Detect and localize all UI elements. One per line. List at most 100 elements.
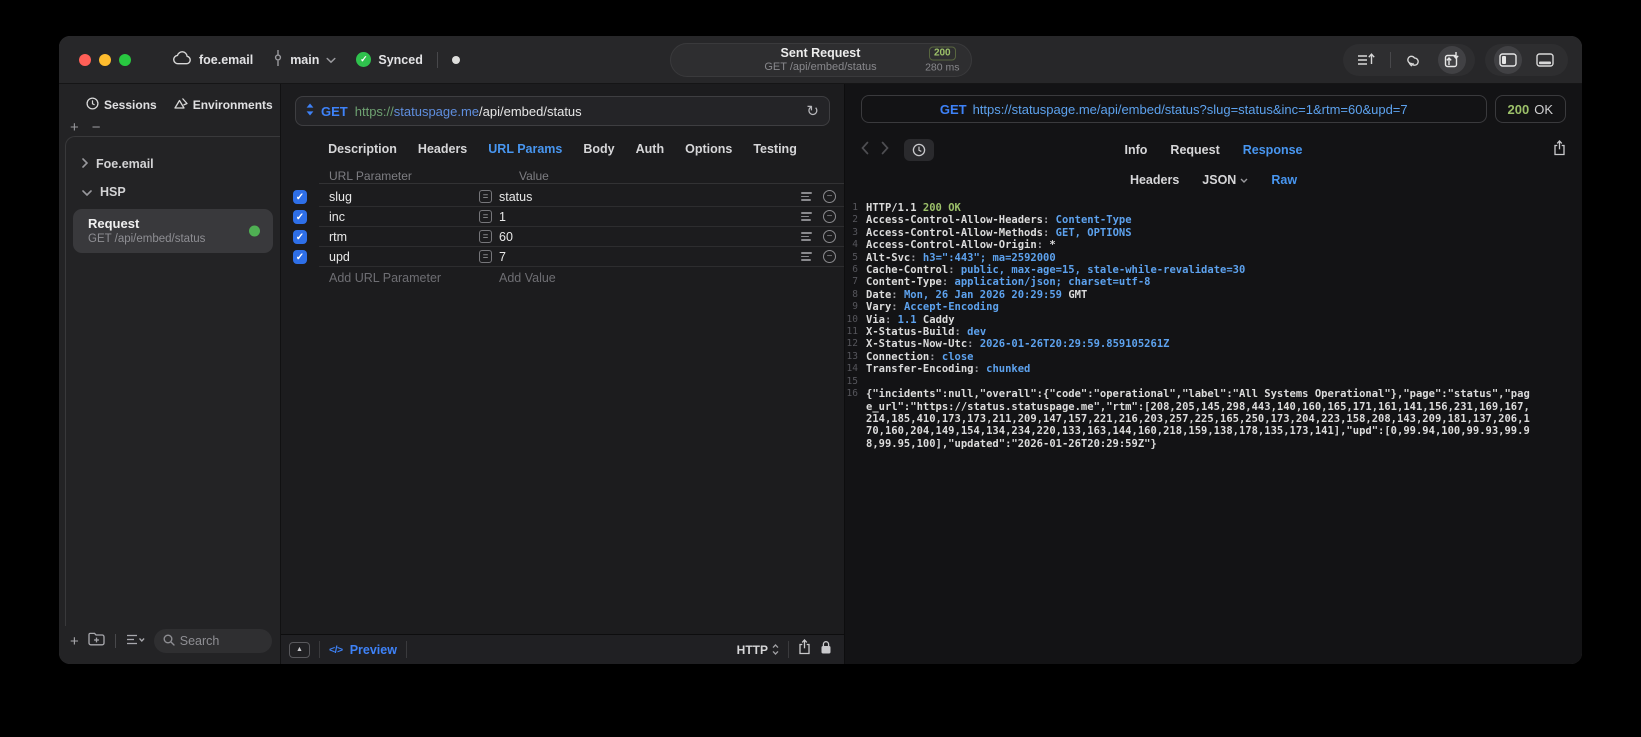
- line-number: 1: [852, 202, 858, 213]
- param-value[interactable]: 60: [499, 230, 801, 244]
- response-panel: GET https://statuspage.me/api/embed/stat…: [845, 84, 1582, 664]
- send-refresh-icon[interactable]: ↻: [806, 102, 819, 120]
- close-window-button[interactable]: [79, 53, 91, 66]
- history-back-icon[interactable]: [861, 141, 869, 160]
- footer-divider: [788, 641, 789, 658]
- line-number: 14: [846, 363, 858, 375]
- request-tab-body[interactable]: Body: [583, 142, 614, 156]
- url-params-table: URL Parameter Value ✓ slug = status − ✓ inc = 1−…: [281, 165, 844, 288]
- response-tab-request[interactable]: Request: [1170, 143, 1219, 157]
- response-status-code: 200: [1507, 101, 1530, 117]
- layout-bottombar-icon[interactable]: [1531, 46, 1559, 74]
- new-folder-icon[interactable]: [88, 632, 105, 651]
- param-enabled-checkbox[interactable]: ✓: [293, 230, 307, 244]
- param-value[interactable]: 7: [499, 250, 801, 264]
- param-name[interactable]: upd: [329, 250, 479, 264]
- collapse-panel-button[interactable]: ▲: [289, 641, 310, 658]
- titlebar-divider: [436, 51, 438, 68]
- response-url: https://statuspage.me/api/embed/status?s…: [972, 101, 1408, 117]
- protocol-label: HTTP: [736, 642, 768, 657]
- add-session-button[interactable]: +: [70, 119, 79, 136]
- sidebar-tab-environments[interactable]: Environments: [174, 97, 273, 113]
- response-body[interactable]: 1 HTTP/1.1 200 OK 2 Access-Control-Allow-He…: [845, 193, 1582, 664]
- param-value[interactable]: status: [499, 190, 801, 204]
- param-name[interactable]: slug: [329, 190, 479, 204]
- remove-param-icon[interactable]: −: [823, 230, 836, 243]
- status-code-badge: 200: [928, 46, 956, 60]
- protocol-select[interactable]: HTTP: [737, 643, 779, 657]
- remove-session-button[interactable]: −: [92, 119, 101, 136]
- param-enabled-checkbox[interactable]: ✓: [293, 210, 307, 224]
- request-url-bar[interactable]: GET https://statuspage.me/api/embed/stat…: [295, 96, 830, 126]
- sidebar-tab-sessions[interactable]: Sessions: [86, 97, 157, 113]
- response-line: 8 Date: Mon, 26 Jan 2026 20:29:59 GMT: [845, 289, 1582, 301]
- sync-status-label[interactable]: Synced: [378, 53, 422, 67]
- clock-icon: [86, 97, 99, 113]
- layout-sidebar-icon[interactable]: [1494, 45, 1522, 74]
- request-method[interactable]: GET: [321, 104, 348, 119]
- line-number: 6: [852, 264, 858, 276]
- share-icon[interactable]: [798, 639, 811, 660]
- request-tab-url-params[interactable]: URL Params: [488, 142, 562, 156]
- chevron-down-icon[interactable]: [326, 53, 336, 67]
- add-value-placeholder[interactable]: Add Value: [499, 271, 556, 285]
- remove-param-icon[interactable]: −: [823, 210, 836, 223]
- request-tab-options[interactable]: Options: [685, 142, 732, 156]
- response-subtab-json[interactable]: JSON: [1202, 173, 1248, 187]
- tree-item-hsp[interactable]: HSP: [73, 178, 273, 206]
- minimize-window-button[interactable]: [99, 53, 111, 66]
- activity-pill[interactable]: Sent Request GET /api/embed/status 200 2…: [669, 42, 972, 77]
- tree-item-foe-email[interactable]: Foe.email: [73, 150, 273, 178]
- zoom-window-button[interactable]: [119, 53, 131, 66]
- add-parameter-placeholder[interactable]: Add URL Parameter: [329, 271, 479, 285]
- export-response-icon[interactable]: [1553, 139, 1566, 161]
- preview-button[interactable]: </> Preview: [329, 643, 397, 657]
- request-item-title: Request: [88, 216, 140, 231]
- param-enabled-checkbox[interactable]: ✓: [293, 190, 307, 204]
- sent-request-url-pill[interactable]: GET https://statuspage.me/api/embed/stat…: [861, 95, 1487, 123]
- param-add-row[interactable]: Add URL Parameter Add Value: [281, 267, 844, 288]
- response-tab-response[interactable]: Response: [1243, 143, 1303, 157]
- branch-name[interactable]: main: [290, 53, 319, 67]
- lock-icon[interactable]: [820, 640, 832, 660]
- param-options-icon[interactable]: [801, 232, 812, 241]
- response-subtab-raw[interactable]: Raw: [1271, 173, 1297, 187]
- column-header-value: Value: [519, 168, 549, 183]
- request-tab-auth[interactable]: Auth: [636, 142, 664, 156]
- response-subtab-headers[interactable]: Headers: [1130, 173, 1179, 187]
- param-options-icon[interactable]: [801, 192, 812, 201]
- sort-options-icon[interactable]: [126, 632, 145, 650]
- param-name[interactable]: rtm: [329, 230, 479, 244]
- remove-param-icon[interactable]: −: [823, 190, 836, 203]
- request-tab-description[interactable]: Description: [328, 142, 397, 156]
- response-status-badge: 200 OK: [1494, 95, 1566, 123]
- param-table-header: URL Parameter Value: [281, 165, 844, 187]
- response-line: 11 X-Status-Build: dev: [846, 326, 987, 339]
- import-export-icon[interactable]: [1438, 45, 1466, 74]
- param-row-inc: ✓ inc = 1 −: [281, 207, 844, 227]
- request-tab-headers[interactable]: Headers: [418, 142, 467, 156]
- search-input[interactable]: Search: [153, 629, 272, 653]
- response-tab-info[interactable]: Info: [1125, 143, 1148, 157]
- request-tab-testing[interactable]: Testing: [753, 142, 797, 156]
- param-options-icon[interactable]: [801, 252, 812, 261]
- method-stepper-icon[interactable]: [306, 103, 314, 119]
- toolbar-group-actions: [1343, 43, 1475, 76]
- param-options-icon[interactable]: [801, 212, 812, 221]
- new-request-button[interactable]: +: [70, 634, 79, 649]
- preview-label: Preview: [349, 642, 397, 657]
- sync-flow-icon[interactable]: [1401, 46, 1429, 74]
- param-rows: ✓ slug = status − ✓ inc = 1− ✓ rtm = 60− ✓ upd = 7−: [281, 187, 844, 267]
- project-name[interactable]: foe.email: [199, 53, 253, 67]
- remove-param-icon[interactable]: −: [823, 250, 836, 263]
- tasks-list-icon[interactable]: [1352, 46, 1380, 74]
- history-forward-icon[interactable]: [881, 141, 889, 160]
- line-number: 15: [846, 375, 858, 387]
- response-line: 12 X-Status-Now-Utc: 2026-01-26T20:29:59.…: [846, 338, 1170, 351]
- request-url[interactable]: https://statuspage.me/api/embed/status: [355, 104, 582, 119]
- history-clock-button[interactable]: [904, 139, 934, 161]
- param-enabled-checkbox[interactable]: ✓: [293, 250, 307, 264]
- param-name[interactable]: inc: [329, 210, 479, 224]
- param-value[interactable]: 1: [499, 210, 801, 224]
- request-list-item-selected[interactable]: Request GET /api/embed/status: [73, 209, 273, 253]
